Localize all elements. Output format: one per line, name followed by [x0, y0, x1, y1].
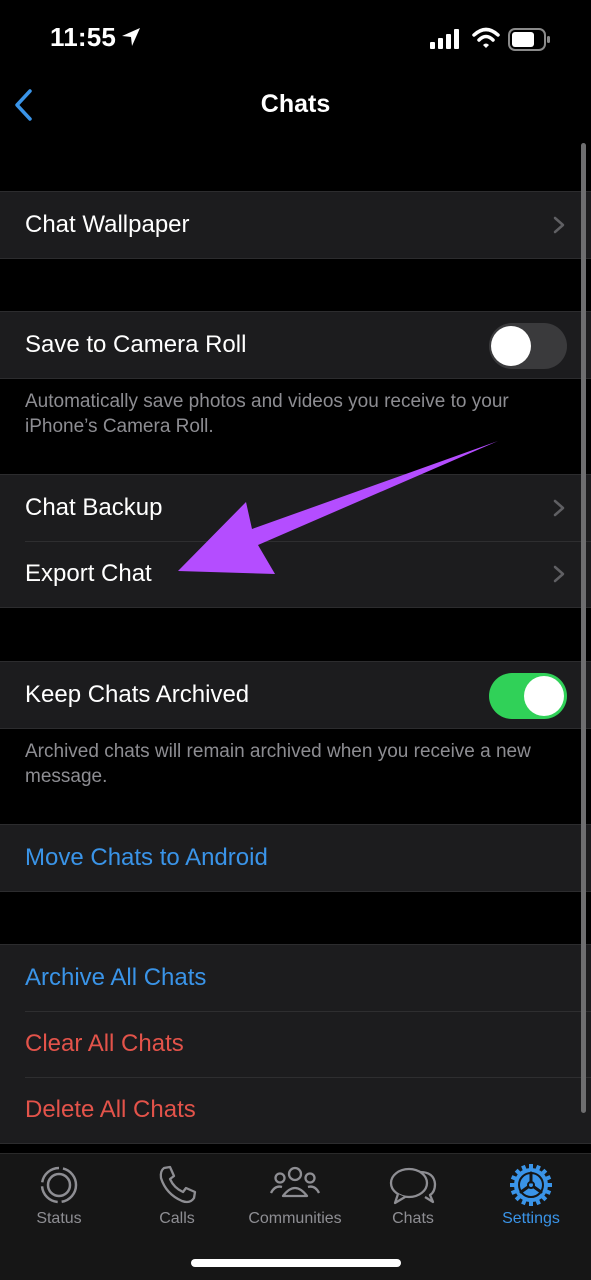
communities-icon	[269, 1166, 321, 1198]
camera-roll-footer: Automatically save photos and videos you…	[25, 391, 509, 437]
chat-bubbles-icon	[389, 1167, 437, 1205]
backup-section: Chat Backup Export Chat	[0, 474, 591, 608]
wallpaper-section: Chat Wallpaper	[0, 191, 591, 259]
wifi-icon	[472, 27, 500, 48]
chevron-right-icon	[553, 499, 565, 517]
delete-all-chats-button[interactable]: Delete All Chats	[0, 1077, 591, 1143]
home-indicator[interactable]	[191, 1259, 401, 1267]
page-title: Chats	[260, 90, 331, 118]
chat-backup-row[interactable]: Chat Backup	[0, 475, 591, 541]
tab-settings[interactable]: Settings	[476, 1162, 586, 1228]
tab-status-label: Status	[36, 1210, 82, 1227]
camera-roll-section: Save to Camera Roll	[0, 311, 591, 379]
android-section: Move Chats to Android	[0, 824, 591, 892]
battery-icon	[508, 28, 550, 51]
toggle-knob	[524, 676, 564, 716]
gear-icon	[510, 1164, 552, 1206]
clear-all-chats-button[interactable]: Clear All Chats	[0, 1011, 591, 1077]
export-chat-row[interactable]: Export Chat	[0, 541, 591, 607]
archived-section: Keep Chats Archived	[0, 661, 591, 729]
tab-status[interactable]: Status	[4, 1162, 114, 1228]
toggle-knob	[491, 326, 531, 366]
actions-section: Archive All Chats Clear All Chats Delete…	[0, 944, 591, 1144]
save-to-camera-roll-label: Save to Camera Roll	[25, 331, 247, 358]
keep-chats-archived-label: Keep Chats Archived	[25, 681, 250, 708]
phone-icon	[159, 1165, 197, 1204]
archive-all-chats-button[interactable]: Archive All Chats	[0, 945, 591, 1011]
chat-backup-label: Chat Backup	[25, 494, 163, 521]
save-to-camera-roll-toggle[interactable]	[489, 323, 567, 369]
tab-communities-label: Communities	[248, 1210, 342, 1227]
export-chat-label: Export Chat	[25, 560, 152, 587]
chevron-right-icon	[553, 216, 565, 234]
keep-chats-archived-toggle[interactable]	[489, 673, 567, 719]
status-icon	[40, 1166, 78, 1204]
tab-calls[interactable]: Calls	[122, 1162, 232, 1228]
archived-footer: Archived chats will remain archived when…	[25, 741, 531, 787]
status-time: 11:55	[50, 22, 117, 52]
chat-wallpaper-row[interactable]: Chat Wallpaper	[0, 192, 591, 258]
location-arrow-icon	[122, 28, 140, 46]
tab-communities[interactable]: Communities	[240, 1162, 350, 1228]
chevron-right-icon	[553, 565, 565, 583]
save-to-camera-roll-row: Save to Camera Roll	[0, 312, 591, 378]
tab-calls-label: Calls	[159, 1210, 195, 1227]
cellular-signal-icon	[430, 29, 459, 49]
navigation-bar: Chats	[0, 80, 591, 130]
tab-chats[interactable]: Chats	[358, 1162, 468, 1228]
keep-chats-archived-row: Keep Chats Archived	[0, 662, 591, 728]
chat-wallpaper-label: Chat Wallpaper	[25, 211, 190, 238]
scrollbar[interactable]	[581, 143, 586, 1113]
move-chats-to-android-button[interactable]: Move Chats to Android	[0, 825, 591, 891]
status-bar: 11:55	[0, 0, 591, 80]
tab-chats-label: Chats	[392, 1210, 434, 1227]
tab-settings-label: Settings	[502, 1210, 560, 1227]
